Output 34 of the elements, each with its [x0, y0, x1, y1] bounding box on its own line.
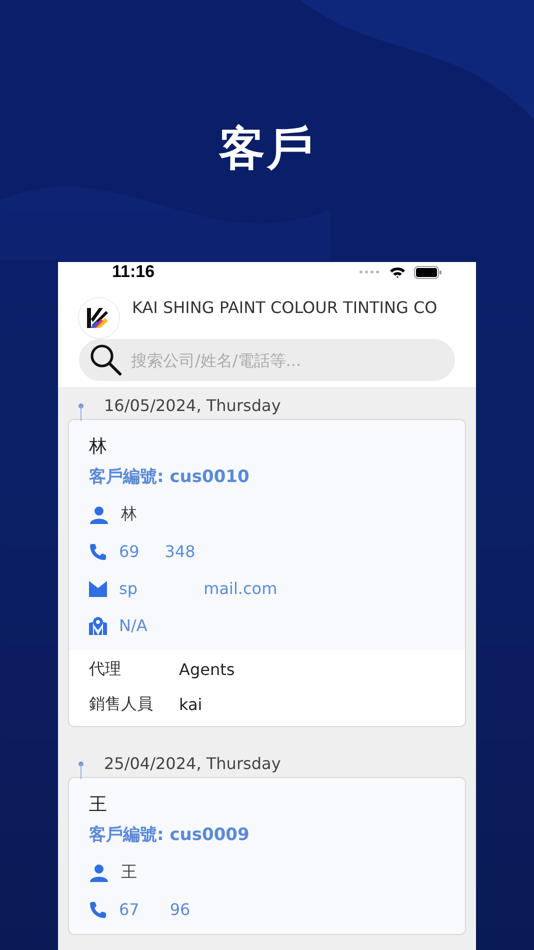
- envelope-icon: [89, 580, 107, 596]
- date-heading: 16/05/2024, Thursday: [104, 396, 281, 417]
- timeline-marker-icon: [78, 761, 84, 779]
- date-heading: 25/04/2024, Thursday: [104, 754, 281, 775]
- customer-name: 王: [89, 793, 108, 817]
- signal-icon: [359, 270, 381, 274]
- person-icon: [89, 506, 109, 524]
- customer-card[interactable]: 林 客戶編號: cus0010 林 69 348 sp mail.com N/A 代理 Agents 銷售人員 kai: [68, 419, 466, 727]
- detail-label: 銷售人員: [89, 694, 154, 715]
- contact-text: 69 348: [119, 542, 196, 561]
- contact-text: 王: [121, 862, 137, 883]
- detail-value: kai: [179, 695, 202, 714]
- detail-value: Agents: [179, 660, 235, 679]
- customer-number: 客戶編號: cus0010: [89, 466, 250, 489]
- company-name: KAI SHING PAINT COLOUR TINTING CO: [132, 297, 438, 317]
- search-field[interactable]: 搜索公司/姓名/電話等...: [79, 339, 455, 381]
- timeline-marker-icon: [78, 403, 84, 421]
- detail-label: 代理: [89, 659, 122, 680]
- contact-text: 67 96: [119, 900, 190, 919]
- customer-name: 林: [89, 435, 108, 459]
- contact-text: 林: [121, 504, 137, 525]
- phone-icon: [89, 900, 107, 918]
- company-logo: [78, 297, 120, 339]
- map-pin-icon: [89, 616, 107, 634]
- contact-text: sp mail.com: [119, 579, 278, 598]
- wifi-icon: [389, 266, 406, 278]
- customer-number: 客戶編號: cus0009: [89, 824, 250, 847]
- status-time: 11:16: [112, 262, 155, 282]
- phone-icon: [89, 542, 107, 560]
- contact-text: N/A: [119, 616, 148, 635]
- customer-card[interactable]: 王 客戶編號: cus0009 王 67 96: [68, 777, 466, 935]
- person-icon: [89, 864, 109, 882]
- battery-icon: [414, 266, 442, 278]
- screen-title: 客戶: [219, 120, 315, 177]
